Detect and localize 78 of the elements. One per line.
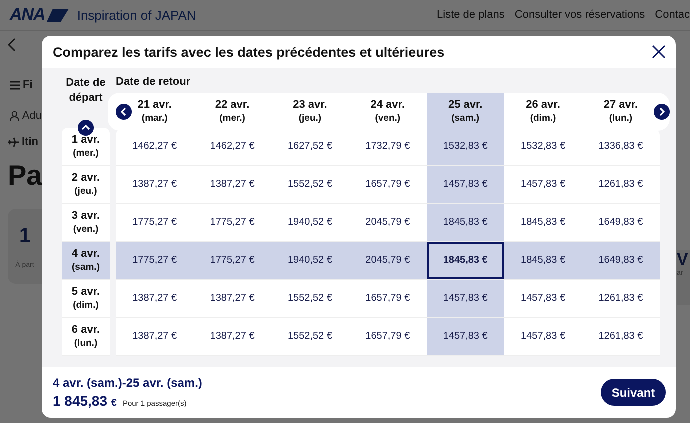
price-cell[interactable]: 2045,79 € [349, 204, 427, 241]
next-button[interactable]: Suivant [601, 379, 666, 406]
return-date[interactable]: 25 avr. (sam.) [426, 93, 504, 131]
price-cell[interactable]: 1457,83 € [426, 280, 504, 317]
page-heading: Pa [8, 160, 42, 192]
plane-icon [8, 136, 19, 148]
price-cell[interactable]: 1552,52 € [271, 166, 350, 203]
total-price: 1 845,83 € [53, 393, 117, 409]
price-cell[interactable]: 1732,79 € [349, 128, 427, 165]
next-icon[interactable] [654, 104, 670, 120]
previous-icon[interactable] [116, 104, 132, 120]
price-cell[interactable]: 1387,27 € [116, 166, 194, 203]
price-cell[interactable]: 1845,83 € [426, 242, 504, 279]
close-icon[interactable] [652, 45, 666, 59]
departure-date[interactable]: 5 avr. (dim.) [62, 280, 110, 318]
price-cell[interactable]: 1649,83 € [582, 204, 660, 241]
card-value: 1 [19, 224, 31, 248]
price-cell[interactable]: 1462,27 € [116, 128, 194, 165]
filter-button[interactable]: Fi [23, 79, 33, 91]
price-cell[interactable]: 1387,27 € [194, 280, 272, 317]
price-cell[interactable]: 1940,52 € [271, 242, 350, 279]
price-cell[interactable]: 1657,79 € [349, 280, 427, 317]
person-icon [10, 110, 20, 122]
menu-icon[interactable] [10, 80, 20, 90]
price-cell[interactable]: 1261,83 € [582, 318, 660, 355]
price-cell[interactable]: 1775,27 € [116, 242, 194, 279]
price-cell[interactable]: 1457,83 € [426, 318, 504, 355]
itinerary-text: Itin [22, 136, 38, 148]
price-cell[interactable]: 1457,83 € [504, 318, 582, 355]
price-cell[interactable]: 1387,27 € [116, 318, 194, 355]
price-cell[interactable]: 1657,79 € [349, 318, 427, 355]
departure-header: Date de départ [65, 76, 107, 106]
price-cell[interactable]: 1775,27 € [194, 242, 272, 279]
price-cell[interactable]: 1261,83 € [582, 166, 660, 203]
price-cell[interactable]: 1845,83 € [426, 204, 504, 241]
price-cell[interactable]: 1845,83 € [504, 242, 582, 279]
back-icon[interactable] [8, 38, 16, 52]
price-cell[interactable]: 1845,83 € [504, 204, 582, 241]
price-cell[interactable]: 1552,52 € [271, 280, 350, 317]
price-cell[interactable]: 1387,27 € [194, 166, 272, 203]
departure-date[interactable]: 6 avr. (lun.) [62, 318, 110, 356]
price-cell[interactable]: 1657,79 € [349, 166, 427, 203]
price-cell[interactable]: 1552,52 € [271, 318, 350, 355]
return-date[interactable]: 24 avr. (ven.) [349, 93, 427, 131]
nav-link[interactable]: Liste de plans [437, 9, 505, 21]
price-cell[interactable]: 1387,27 € [116, 280, 194, 317]
price-cell[interactable]: 1940,52 € [271, 204, 350, 241]
nav-link[interactable]: Consulter vos réservations [514, 9, 646, 21]
departure-date[interactable]: 2 avr. (jeu.) [62, 166, 110, 204]
passenger-text: Adu [22, 110, 42, 122]
dialog-title: Comparez les tarifs avec les dates précédentes et ultérieures [53, 44, 445, 60]
price-cell[interactable]: 1462,27 € [194, 128, 272, 165]
return-date[interactable]: 21 avr. (mar.) [116, 93, 194, 131]
return-date[interactable]: 23 avr. (jeu.) [271, 93, 350, 131]
price-cell[interactable]: 2045,79 € [349, 242, 427, 279]
price-cell[interactable]: 1775,27 € [194, 204, 272, 241]
price-cell[interactable]: 1387,27 € [194, 318, 272, 355]
site-tagline: Inspiration of JAPAN [77, 8, 196, 22]
return-date[interactable]: 22 avr. (mer.) [194, 93, 272, 131]
airline-logo[interactable]: ANA [10, 5, 70, 25]
price-cell[interactable]: 1261,83 € [582, 280, 660, 317]
nav-link[interactable]: Contac [655, 9, 690, 21]
departure-date[interactable]: 4 avr. (sam.) [62, 242, 110, 280]
return-header: Date de retour [116, 76, 192, 88]
price-cell[interactable]: 1627,52 € [271, 128, 350, 165]
selected-dates: 4 avr. (sam.)-25 avr. (sam.) [53, 376, 202, 390]
price-cell[interactable]: 1649,83 € [582, 242, 660, 279]
price-cell[interactable]: 1457,83 € [504, 166, 582, 203]
card-value: V [677, 250, 690, 270]
return-date[interactable]: 26 avr. (dim.) [504, 93, 582, 131]
price-cell[interactable]: 1457,83 € [426, 166, 504, 203]
price-cell[interactable]: 1532,83 € [426, 128, 504, 165]
price-cell[interactable]: 1532,83 € [504, 128, 582, 165]
price-cell[interactable]: 1457,83 € [504, 280, 582, 317]
return-date[interactable]: 27 avr. (lun.) [582, 93, 660, 131]
scroll-up-icon[interactable] [78, 120, 94, 136]
price-cell[interactable]: 1336,83 € [582, 128, 660, 165]
price-cell[interactable]: 1775,27 € [116, 204, 194, 241]
